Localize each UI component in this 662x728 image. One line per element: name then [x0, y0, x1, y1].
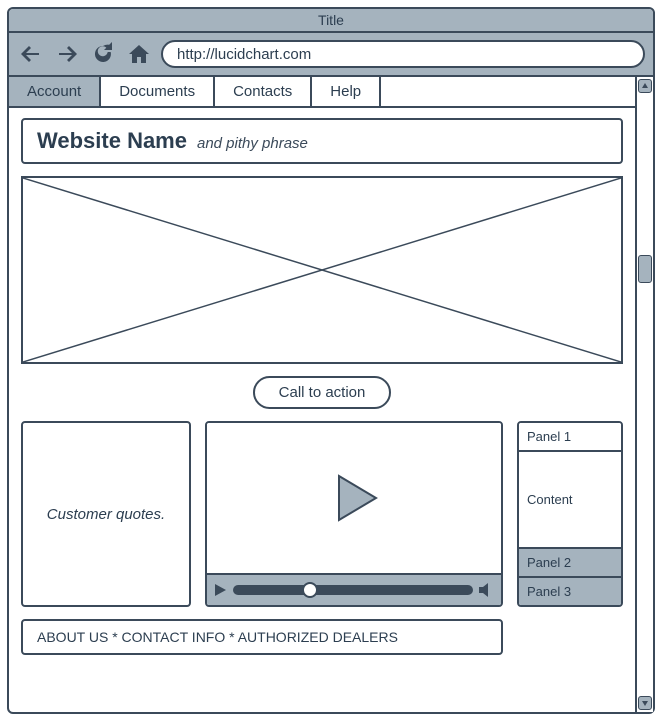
video-controls	[207, 573, 501, 605]
cta-button[interactable]: Call to action	[253, 376, 392, 409]
scroll-up-button[interactable]	[638, 79, 652, 93]
video-player[interactable]	[205, 421, 503, 607]
cta-label: Call to action	[279, 384, 366, 401]
tab-label: Help	[330, 83, 361, 100]
chevron-up-icon	[641, 82, 649, 90]
scroll-thumb[interactable]	[638, 255, 652, 283]
forward-button[interactable]	[53, 40, 81, 68]
tab-contacts[interactable]: Contacts	[215, 77, 312, 106]
tab-label: Documents	[119, 83, 195, 100]
progress-thumb[interactable]	[302, 582, 318, 598]
body-container: Account Documents Contacts Help Website …	[9, 77, 653, 712]
site-title-region: Website Name and pithy phrase	[21, 118, 623, 164]
panel-label: Panel 1	[527, 429, 571, 444]
tab-help[interactable]: Help	[312, 77, 381, 106]
customer-quotes-box: Customer quotes.	[21, 421, 191, 607]
site-tagline: and pithy phrase	[197, 135, 308, 152]
tab-label: Contacts	[233, 83, 292, 100]
progress-bar[interactable]	[233, 585, 473, 595]
url-text: http://lucidchart.com	[177, 46, 311, 63]
home-icon	[127, 42, 151, 66]
arrow-right-icon	[55, 42, 79, 66]
cta-row: Call to action	[21, 376, 623, 409]
tabs-spacer	[381, 77, 635, 106]
reload-button[interactable]	[89, 40, 117, 68]
scroll-track[interactable]	[638, 95, 652, 694]
play-icon	[324, 468, 384, 528]
page-body: Website Name and pithy phrase Call to ac…	[9, 108, 635, 712]
nav-tabs: Account Documents Contacts Help	[9, 77, 635, 108]
browser-window: Title http://lucidchart.com Account Docu…	[7, 7, 655, 714]
footer-text: ABOUT US * CONTACT INFO * AUTHORIZED DEA…	[37, 629, 398, 645]
placeholder-x-icon	[23, 178, 621, 362]
side-accordion: Panel 1 Content Panel 2 Panel 3	[517, 421, 623, 607]
vertical-scrollbar[interactable]	[635, 77, 653, 712]
chevron-down-icon	[641, 699, 649, 707]
accordion-panel-1[interactable]: Panel 1	[519, 423, 621, 452]
accordion-content: Content	[519, 452, 621, 549]
content-columns: Customer quotes.	[21, 421, 623, 607]
window-title: Title	[318, 12, 344, 28]
play-small-icon[interactable]	[213, 583, 227, 597]
tab-account[interactable]: Account	[9, 77, 101, 106]
tab-label: Account	[27, 83, 81, 100]
window-titlebar: Title	[9, 9, 653, 33]
content-area: Account Documents Contacts Help Website …	[9, 77, 635, 712]
site-name: Website Name	[37, 128, 187, 154]
tab-documents[interactable]: Documents	[101, 77, 215, 106]
url-input[interactable]: http://lucidchart.com	[161, 40, 645, 68]
video-canvas[interactable]	[207, 423, 501, 573]
scroll-down-button[interactable]	[638, 696, 652, 710]
back-button[interactable]	[17, 40, 45, 68]
arrow-left-icon	[19, 42, 43, 66]
reload-icon	[91, 42, 115, 66]
content-text: Content	[527, 492, 573, 507]
accordion-panel-2[interactable]: Panel 2	[519, 549, 621, 578]
hero-image-placeholder	[21, 176, 623, 364]
footer-links[interactable]: ABOUT US * CONTACT INFO * AUTHORIZED DEA…	[21, 619, 503, 655]
panel-label: Panel 2	[527, 555, 571, 570]
browser-toolbar: http://lucidchart.com	[9, 33, 653, 77]
home-button[interactable]	[125, 40, 153, 68]
panel-label: Panel 3	[527, 584, 571, 599]
volume-icon[interactable]	[479, 583, 495, 597]
accordion-panel-3[interactable]: Panel 3	[519, 578, 621, 605]
quotes-text: Customer quotes.	[47, 506, 165, 523]
